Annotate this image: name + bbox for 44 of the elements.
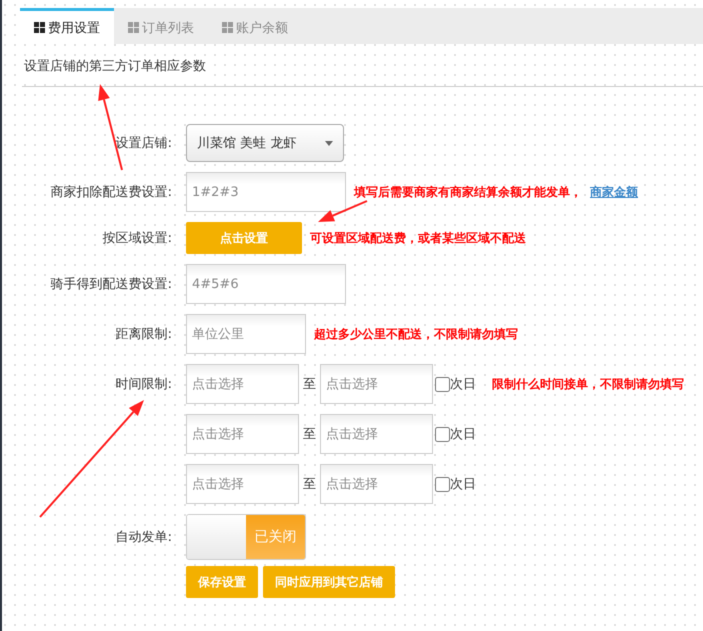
caret-icon	[325, 140, 333, 146]
field-label: 设置店铺:	[114, 135, 172, 152]
merchant-amount-link[interactable]: 商家金额	[590, 184, 638, 200]
annotation-arrow	[318, 200, 368, 222]
time-field[interactable]: 点击选择	[186, 364, 299, 404]
field-label: 按区域设置:	[102, 230, 172, 247]
tab[interactable]: 费用设置	[20, 8, 114, 44]
field-label: 自动发单:	[114, 529, 172, 546]
hint-note: 可设置区域配送费，或者某些区域不配送	[310, 230, 526, 246]
set-button[interactable]: 点击设置	[186, 222, 302, 254]
grid-icon	[34, 22, 45, 33]
next-day-label: 次日	[450, 426, 476, 443]
hint-note: 填写后需要商家有商家结算余额才能发单，	[354, 184, 582, 200]
input-field[interactable]: 1#2#3	[186, 172, 346, 212]
time-field[interactable]: 点击选择	[320, 364, 433, 404]
next-day-label: 次日	[450, 476, 476, 493]
grid-icon	[128, 22, 139, 33]
to-label: 至	[303, 376, 316, 393]
tab[interactable]: 订单列表	[114, 8, 208, 44]
next-day-checkbox[interactable]	[435, 376, 450, 392]
store-select[interactable]: 川菜馆 美蛙 龙虾	[186, 124, 344, 162]
field-label: 商家扣除配送费设置:	[50, 184, 172, 201]
action-button[interactable]: 保存设置	[186, 566, 258, 598]
time-field[interactable]: 点击选择	[320, 464, 433, 504]
field-label: 骑手得到配送费设置:	[50, 276, 172, 293]
tab[interactable]: 账户余额	[208, 8, 302, 44]
next-day-checkbox[interactable]	[435, 426, 450, 442]
grid-icon	[222, 22, 233, 33]
next-day-checkbox[interactable]	[435, 476, 450, 492]
description-text: 设置店铺的第三方订单相应参数	[22, 56, 208, 76]
hint-note: 限制什么时间接单，不限制请勿填写	[492, 376, 684, 392]
input-field[interactable]: 单位公里	[186, 314, 306, 354]
to-label: 至	[303, 426, 316, 443]
field-label: 时间限制:	[114, 376, 172, 393]
input-field[interactable]: 4#5#6	[186, 264, 346, 304]
next-day-label: 次日	[450, 376, 476, 393]
field-label: 距离限制:	[114, 326, 172, 343]
action-button[interactable]: 同时应用到其它店铺	[263, 566, 395, 598]
to-label: 至	[303, 476, 316, 493]
time-field[interactable]: 点击选择	[186, 464, 299, 504]
auto-send-toggle[interactable]: 已关闭	[186, 514, 306, 560]
time-field[interactable]: 点击选择	[186, 414, 299, 454]
hint-note: 超过多少公里不配送，不限制请勿填写	[314, 326, 518, 342]
time-field[interactable]: 点击选择	[320, 414, 433, 454]
